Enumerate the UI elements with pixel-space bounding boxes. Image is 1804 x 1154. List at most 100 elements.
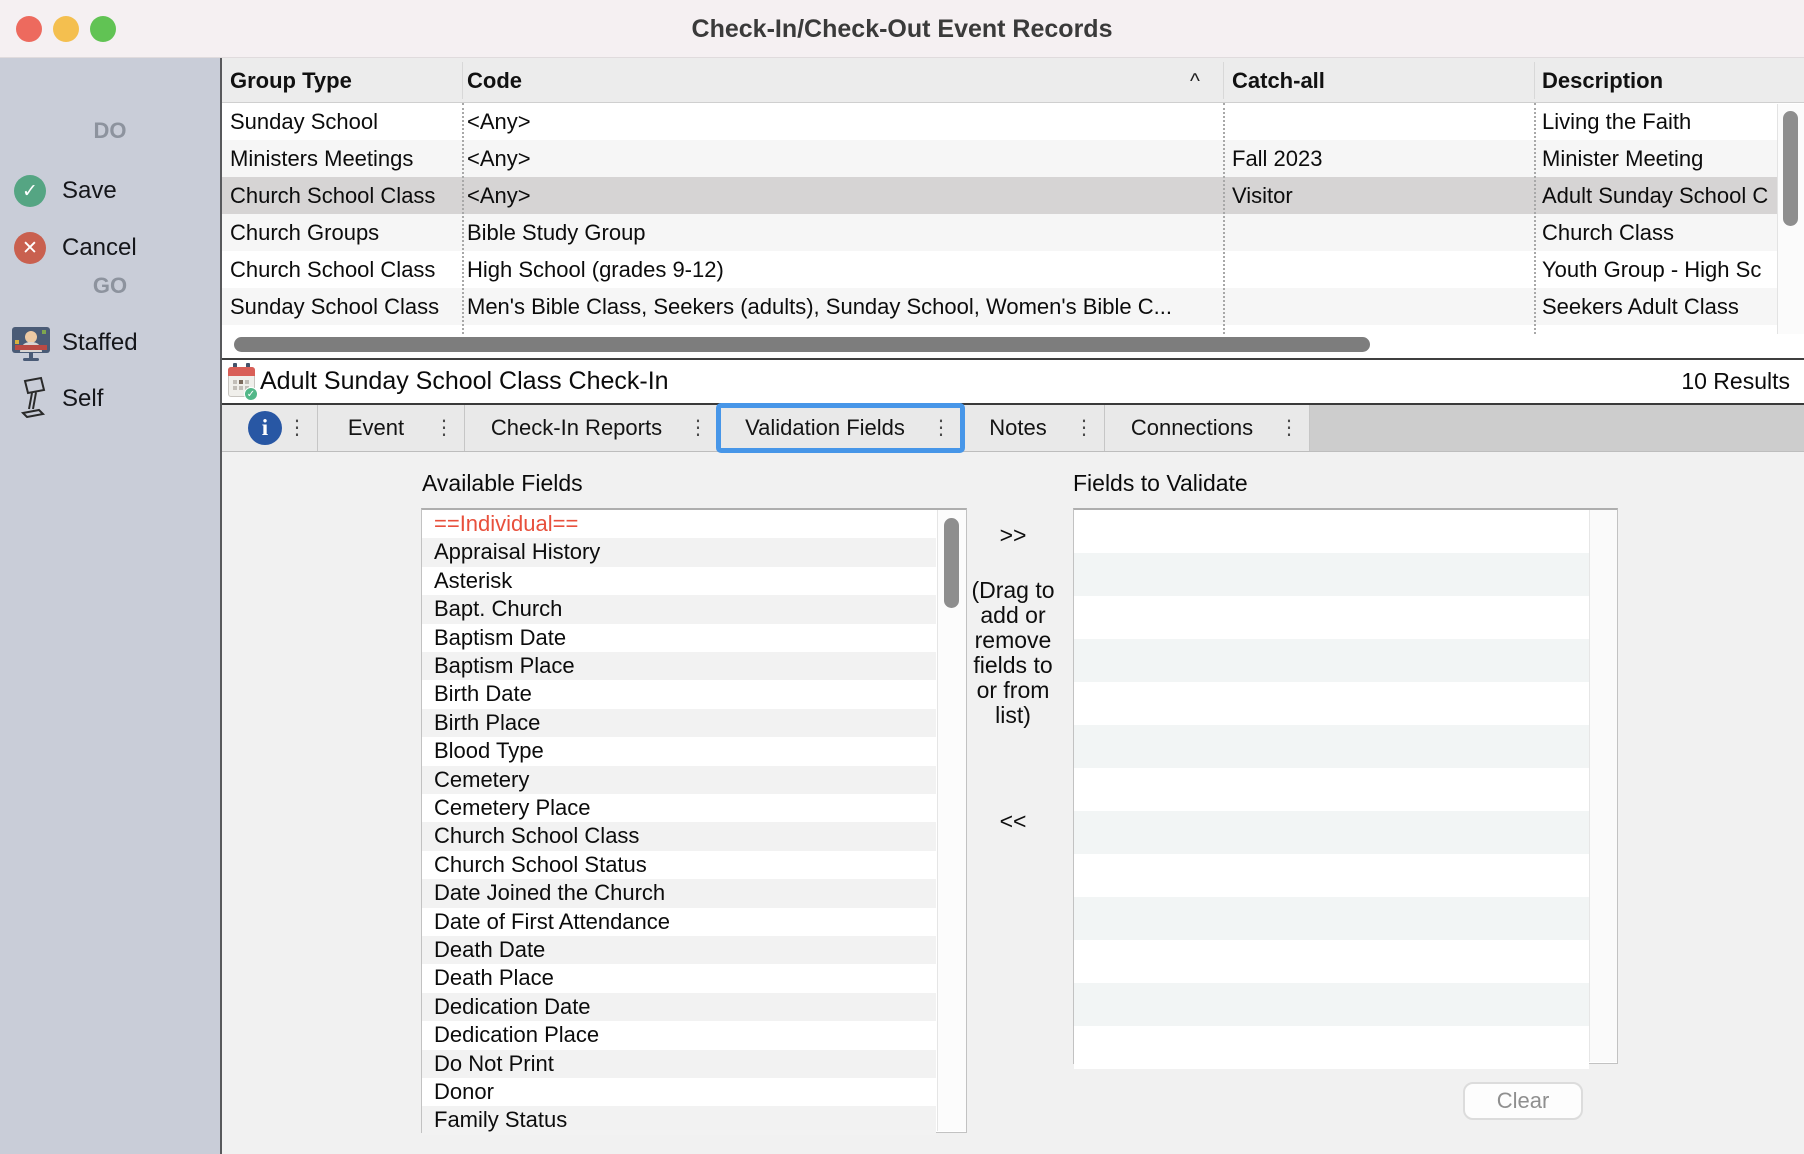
sidebar-section-do: DO: [0, 118, 220, 144]
cell-description: Minister Meeting: [1542, 140, 1775, 177]
check-circle-icon: ✓: [14, 175, 46, 207]
tab-connections[interactable]: Connections⋮: [1105, 405, 1310, 451]
available-field-item[interactable]: Dedication Place: [422, 1021, 936, 1050]
cell-group-type: Church Groups: [230, 214, 458, 251]
header-divider: [462, 62, 463, 99]
clear-button[interactable]: Clear: [1463, 1082, 1583, 1120]
column-divider-dotted: [1223, 103, 1225, 334]
available-field-item[interactable]: Asterisk: [422, 567, 936, 596]
available-field-item[interactable]: Bapt. Church: [422, 595, 936, 624]
add-fields-arrows[interactable]: >>: [958, 522, 1068, 549]
cell-group-type: Church School Class: [230, 251, 458, 288]
window-title: Check-In/Check-Out Event Records: [0, 0, 1804, 58]
table-row[interactable]: Sunday School ClassMen's Bible Class, Se…: [222, 288, 1777, 325]
available-field-item[interactable]: Church School Status: [422, 851, 936, 880]
available-field-item[interactable]: Family Status: [422, 1106, 936, 1135]
column-header-catch-all[interactable]: Catch-all: [1232, 58, 1325, 103]
fields-to-validate-label: Fields to Validate: [1073, 470, 1248, 497]
table-row[interactable]: Sunday School<Any> Living the Faith: [222, 103, 1777, 140]
available-field-item[interactable]: Cemetery: [422, 766, 936, 795]
cell-group-type: Church School Class: [230, 177, 458, 214]
available-field-item[interactable]: Death Place: [422, 964, 936, 993]
column-header-description[interactable]: Description: [1542, 58, 1663, 103]
available-field-item[interactable]: Donor: [422, 1078, 936, 1107]
tab-notes[interactable]: Notes⋮: [962, 405, 1105, 451]
available-fields-label: Available Fields: [422, 470, 583, 497]
validate-list-row: [1074, 725, 1589, 768]
selected-tab-highlight: [716, 403, 965, 453]
table-row[interactable]: Ministers Meetings<Any>Fall 2023Minister…: [222, 140, 1777, 177]
available-field-item[interactable]: Date of First Attendance: [422, 908, 936, 937]
tab-check-in-reports[interactable]: Check-In Reports⋮: [465, 405, 719, 451]
table-vertical-scrollbar[interactable]: [1777, 104, 1804, 334]
info-icon[interactable]: i: [248, 411, 282, 445]
tab-label: Notes: [962, 405, 1074, 451]
cell-code: Bible Study Group: [467, 214, 1219, 251]
available-field-item[interactable]: Blood Type: [422, 737, 936, 766]
column-divider-dotted: [462, 103, 464, 334]
fields-to-validate-list[interactable]: [1073, 508, 1618, 1064]
available-field-item[interactable]: Birth Place: [422, 709, 936, 738]
cell-description: Youth Group - High Sc: [1542, 251, 1775, 288]
tab-event[interactable]: Event⋮: [318, 405, 465, 451]
fields-to-validate-scrollbar[interactable]: [1589, 510, 1617, 1062]
tab-info[interactable]: i ⋮: [222, 405, 318, 451]
cell-group-type: Sunday School Class: [230, 288, 458, 325]
available-fields-scrollbar-thumb[interactable]: [944, 518, 959, 608]
validate-list-row: [1074, 639, 1589, 682]
table-row[interactable]: Church School ClassHigh School (grades 9…: [222, 251, 1777, 288]
available-field-item[interactable]: Birth Date: [422, 680, 936, 709]
available-field-item[interactable]: ==Individual==: [422, 510, 936, 539]
validate-list-row: [1074, 768, 1589, 811]
available-field-item[interactable]: Do Not Print: [422, 1050, 936, 1079]
tab-grip-icon[interactable]: ⋮: [287, 405, 307, 451]
remove-fields-arrows[interactable]: <<: [958, 808, 1068, 835]
table-header: Group Type Code ^ Catch-all Description: [222, 58, 1804, 103]
available-field-item[interactable]: Date Joined the Church: [422, 879, 936, 908]
validate-list-row: [1074, 682, 1589, 725]
table-horizontal-scrollbar[interactable]: [222, 334, 1804, 358]
cell-catch-all: [1232, 251, 1530, 288]
calendar-check-icon: ✓: [228, 363, 255, 399]
cell-description: Church Class: [1542, 214, 1775, 251]
available-field-item[interactable]: Death Date: [422, 936, 936, 965]
sort-ascending-icon[interactable]: ^: [1190, 58, 1200, 103]
self-kiosk-icon: [18, 376, 48, 418]
cell-group-type: Ministers Meetings: [230, 140, 458, 177]
cell-description: Adult Sunday School C: [1542, 177, 1775, 214]
validate-list-row: [1074, 854, 1589, 897]
column-header-code[interactable]: Code: [467, 58, 522, 103]
available-field-item[interactable]: Dedication Date: [422, 993, 936, 1022]
cell-code: <Any>: [467, 103, 1219, 140]
cell-code: <Any>: [467, 140, 1219, 177]
column-header-group-type[interactable]: Group Type: [230, 58, 352, 103]
available-field-item[interactable]: Baptism Place: [422, 652, 936, 681]
tab-label: Event: [318, 405, 434, 451]
available-field-item[interactable]: Church School Class: [422, 822, 936, 851]
available-field-item[interactable]: Cemetery Place: [422, 794, 936, 823]
tab-grip-icon[interactable]: ⋮: [1279, 405, 1299, 451]
validate-list-row: [1074, 510, 1589, 553]
validate-list-row: [1074, 811, 1589, 854]
validate-list-row: [1074, 553, 1589, 596]
table-vertical-scrollbar-thumb[interactable]: [1783, 111, 1798, 226]
available-field-item[interactable]: Appraisal History: [422, 538, 936, 567]
available-fields-list[interactable]: ==Individual==Appraisal HistoryAsteriskB…: [421, 508, 967, 1133]
tab-grip-icon[interactable]: ⋮: [688, 405, 708, 451]
header-divider: [1534, 62, 1535, 99]
column-divider-dotted: [1534, 103, 1536, 334]
tab-grip-icon[interactable]: ⋮: [1074, 405, 1094, 451]
check-badge-icon: ✓: [244, 387, 258, 401]
staffed-kiosk-icon: [12, 327, 50, 361]
sidebar: DO ✓ Save ✕ Cancel GO Staffed: [0, 58, 220, 1154]
sidebar-section-go: GO: [0, 273, 220, 299]
table-row[interactable]: Church GroupsBible Study Group Church Cla…: [222, 214, 1777, 251]
table-row[interactable]: Church School Class<Any>VisitorAdult Sun…: [222, 177, 1777, 214]
tab-grip-icon[interactable]: ⋮: [434, 405, 454, 451]
event-records-table: Group Type Code ^ Catch-all Description …: [222, 58, 1804, 360]
header-divider: [1223, 62, 1224, 99]
table-horizontal-scrollbar-thumb[interactable]: [234, 337, 1370, 352]
cell-group-type: Sunday School: [230, 103, 458, 140]
available-field-item[interactable]: Baptism Date: [422, 624, 936, 653]
cell-description: Living the Faith: [1542, 103, 1775, 140]
